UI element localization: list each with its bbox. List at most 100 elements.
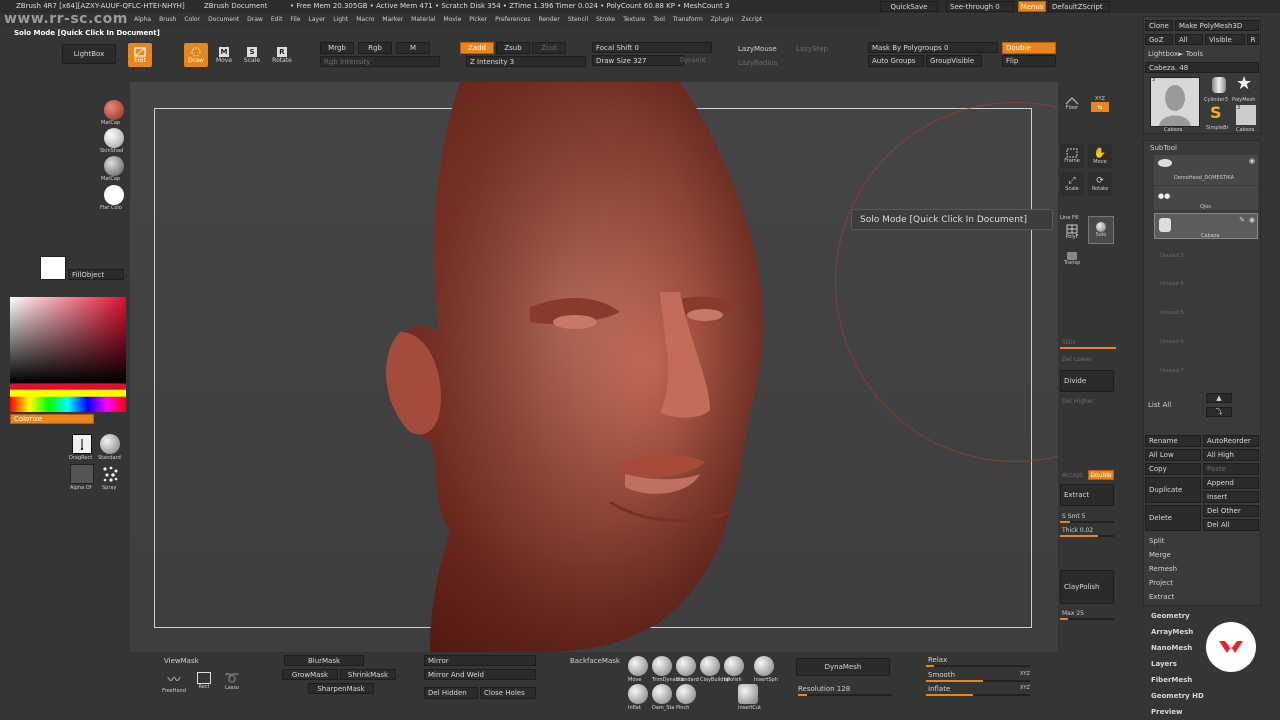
rotate-button[interactable]: R Rotate: [268, 43, 296, 67]
inflate-slider[interactable]: Inflate: [928, 685, 950, 693]
close-holes-button[interactable]: Close Holes: [480, 687, 536, 699]
lsym-button[interactable]: XYZ ⇆: [1088, 92, 1112, 116]
submenu-nanomesh[interactable]: NanoMesh: [1151, 644, 1192, 652]
current-tool-slider[interactable]: Cabeza. 48: [1145, 62, 1259, 73]
dynamesh-button[interactable]: DynaMesh: [796, 658, 890, 676]
brush-icon[interactable]: ✎: [1239, 216, 1245, 224]
del-hidden-button[interactable]: Del Hidden: [424, 687, 478, 699]
mirror-button[interactable]: Mirror: [424, 655, 536, 666]
draw-button[interactable]: Draw: [184, 43, 208, 67]
mask-by-polygroups-slider[interactable]: Mask By Polygroups 0: [868, 42, 998, 53]
solo-button[interactable]: Solo: [1088, 216, 1114, 244]
backfacemask-toggle[interactable]: BackfaceMask: [570, 657, 620, 665]
project-menu[interactable]: Project: [1149, 579, 1173, 587]
remesh-menu[interactable]: Remesh: [1149, 565, 1177, 573]
sdiv-slider[interactable]: SDiv: [1062, 339, 1076, 346]
menu-item-document[interactable]: Document: [208, 16, 239, 26]
make-polymesh-button[interactable]: Make PolyMesh3D: [1175, 20, 1259, 31]
scale-view-button[interactable]: ⤢ Scale: [1060, 172, 1084, 196]
z-intensity-slider[interactable]: Z Intensity 3: [466, 56, 586, 67]
menu-item-zscript[interactable]: Zscript: [741, 16, 762, 26]
paste-button[interactable]: Paste: [1203, 463, 1259, 475]
polyf-button[interactable]: PolyF: [1060, 220, 1084, 244]
move-up-button[interactable]: ▲: [1206, 393, 1232, 403]
brush-pinch-button[interactable]: [676, 684, 696, 704]
move-button[interactable]: M Move: [212, 43, 236, 67]
move-view-button[interactable]: ✋ Move: [1088, 144, 1112, 168]
menu-item-color[interactable]: Color: [184, 16, 200, 26]
del-higher-button[interactable]: Del Higher: [1062, 398, 1094, 405]
frame-button[interactable]: Frame: [1060, 144, 1084, 168]
color-picker-square[interactable]: [10, 297, 126, 383]
max-slider[interactable]: Max 25: [1062, 610, 1084, 617]
colorize-button[interactable]: Colorize: [10, 414, 94, 424]
accept-button[interactable]: Accept: [1062, 472, 1082, 479]
del-other-button[interactable]: Del Other: [1203, 505, 1259, 517]
all-high-button[interactable]: All High: [1203, 449, 1259, 461]
all-low-button[interactable]: All Low: [1145, 449, 1201, 461]
del-all-button[interactable]: Del All: [1203, 519, 1259, 531]
rgb-button[interactable]: Rgb: [358, 42, 392, 54]
dynamic-toggle[interactable]: Dynamic: [680, 57, 706, 64]
goz-button[interactable]: GoZ: [1145, 34, 1173, 45]
mirror-and-weld-button[interactable]: Mirror And Weld: [424, 669, 536, 680]
double-button[interactable]: Double: [1002, 42, 1056, 54]
m-button[interactable]: M: [396, 42, 430, 54]
menu-item-macro[interactable]: Macro: [356, 16, 374, 26]
menu-item-preferences[interactable]: Preferences: [495, 16, 530, 26]
submenu-geometry[interactable]: Geometry: [1151, 612, 1190, 620]
standard-brush-button[interactable]: [100, 434, 120, 454]
brush-hpolish-button[interactable]: [724, 656, 744, 676]
main-color-swatch[interactable]: [40, 256, 66, 280]
copy-button[interactable]: Copy: [1145, 463, 1201, 475]
spray-stroke-button[interactable]: [100, 464, 120, 484]
shrinkmask-button[interactable]: ShrinkMask: [340, 669, 396, 680]
clone-button[interactable]: Clone: [1145, 20, 1173, 31]
lightbox-button[interactable]: LightBox: [62, 44, 116, 64]
flat-color-material[interactable]: [104, 185, 124, 205]
brush-trimdynamic-button[interactable]: [652, 656, 672, 676]
move-down-button[interactable]: ⤵: [1206, 407, 1232, 417]
submenu-preview[interactable]: Preview: [1151, 708, 1183, 716]
see-through-slider[interactable]: See-through 0: [946, 1, 1014, 12]
zsub-button[interactable]: Zsub: [496, 42, 530, 54]
rect-mask-button[interactable]: Rect: [192, 668, 216, 694]
default-zscript-button[interactable]: DefaultZScript: [1048, 1, 1110, 12]
menu-item-tool[interactable]: Tool: [653, 16, 665, 26]
skinshade-material[interactable]: [104, 128, 124, 148]
freehand-mask-button[interactable]: 〰 FreeHand: [162, 668, 186, 694]
menu-item-picker[interactable]: Picker: [469, 16, 487, 26]
smt-slider[interactable]: S Smt 5: [1062, 513, 1085, 520]
draw-size-slider[interactable]: Draw Size 327: [592, 55, 684, 66]
growmask-button[interactable]: GrowMask: [282, 669, 338, 680]
delete-button[interactable]: Delete: [1145, 505, 1201, 531]
viewmask-label[interactable]: ViewMask: [164, 657, 199, 665]
matcap-gray-material[interactable]: [104, 156, 124, 176]
current-tool-thumbnail[interactable]: [1150, 77, 1200, 127]
quicksave-button[interactable]: QuickSave: [880, 1, 938, 12]
subtool-item-cabeza[interactable]: Cabeza ✎ ◉: [1154, 213, 1258, 239]
edit-button[interactable]: Edit: [128, 43, 152, 67]
lightbox-tools-link[interactable]: Lightbox► Tools: [1148, 50, 1203, 58]
brush-inflat-button[interactable]: [628, 684, 648, 704]
subtool-item-demohead[interactable]: DemoHead_DOMESTIKA ◉: [1154, 155, 1258, 185]
relax-slider[interactable]: Relax: [928, 656, 947, 664]
menu-item-material[interactable]: Material: [411, 16, 435, 26]
menu-item-movie[interactable]: Movie: [444, 16, 462, 26]
rotate-view-button[interactable]: ⟳ Rotate: [1088, 172, 1112, 196]
resolution-slider[interactable]: Resolution 128: [798, 685, 850, 693]
alpha-off-button[interactable]: [70, 464, 94, 484]
menus-button[interactable]: Menus: [1018, 1, 1046, 12]
simplebrush-icon[interactable]: S: [1210, 103, 1222, 122]
del-lower-button[interactable]: Del Lower: [1062, 356, 1092, 363]
menu-item-texture[interactable]: Texture: [623, 16, 645, 26]
r-button[interactable]: R: [1247, 34, 1259, 45]
merge-menu[interactable]: Merge: [1149, 551, 1171, 559]
auto-groups-button[interactable]: Auto Groups: [868, 55, 924, 67]
insert-button[interactable]: Insert: [1203, 491, 1259, 503]
fillobject-button[interactable]: FillObject: [68, 269, 124, 280]
smooth-slider[interactable]: Smooth: [928, 671, 955, 679]
zadd-button[interactable]: Zadd: [460, 42, 494, 54]
append-button[interactable]: Append: [1203, 477, 1259, 489]
brush-insertsph-button[interactable]: [754, 656, 774, 676]
